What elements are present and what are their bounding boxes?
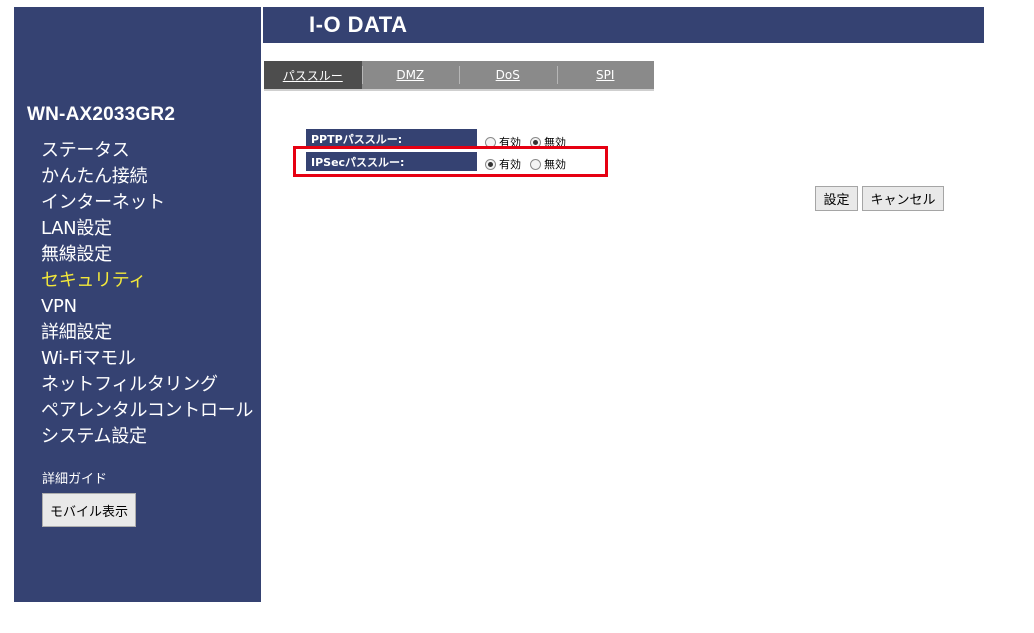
sidebar-item-status[interactable]: ステータス [41,138,253,164]
apply-button[interactable]: 設定 [815,186,858,211]
sidebar-item-easy-connect[interactable]: かんたん接続 [41,164,253,190]
tab-bar: パススルー DMZ DoS SPI [264,61,654,91]
sidebar-item-advanced[interactable]: 詳細設定 [41,320,253,346]
tab-spi[interactable]: SPI [556,61,655,89]
sidebar-item-net-filtering[interactable]: ネットフィルタリング [41,372,253,398]
sidebar-item-security[interactable]: セキュリティ [41,268,253,294]
detail-guide-link[interactable]: 詳細ガイド [42,468,107,487]
sidebar-item-wireless[interactable]: 無線設定 [41,242,253,268]
sidebar-item-vpn[interactable]: VPN [41,294,253,320]
sidebar-item-internet[interactable]: インターネット [41,190,253,216]
sidebar-item-parental-control[interactable]: ペアレンタルコントロール [41,398,253,424]
tab-dmz[interactable]: DMZ [361,61,460,89]
sidebar: WN-AX2033GR2 ステータス かんたん接続 インターネット LAN設定 … [14,7,261,602]
sidebar-item-wifi-mamoru[interactable]: Wi-Fiマモル [41,346,253,372]
cancel-button[interactable]: キャンセル [862,186,944,211]
sidebar-item-lan[interactable]: LAN設定 [41,216,253,242]
model-name: WN-AX2033GR2 [27,104,176,125]
sidebar-menu: ステータス かんたん接続 インターネット LAN設定 無線設定 セキュリティ V… [41,138,253,450]
header-bar: I-O DATA [263,7,984,43]
brand-logo: I-O DATA [309,12,408,37]
tab-passthrough[interactable]: パススルー [264,61,362,89]
sidebar-item-system[interactable]: システム設定 [41,424,253,450]
ipsec-highlight-box [293,146,608,177]
tab-dos[interactable]: DoS [459,61,557,89]
mobile-view-button[interactable]: モバイル表示 [42,493,136,527]
